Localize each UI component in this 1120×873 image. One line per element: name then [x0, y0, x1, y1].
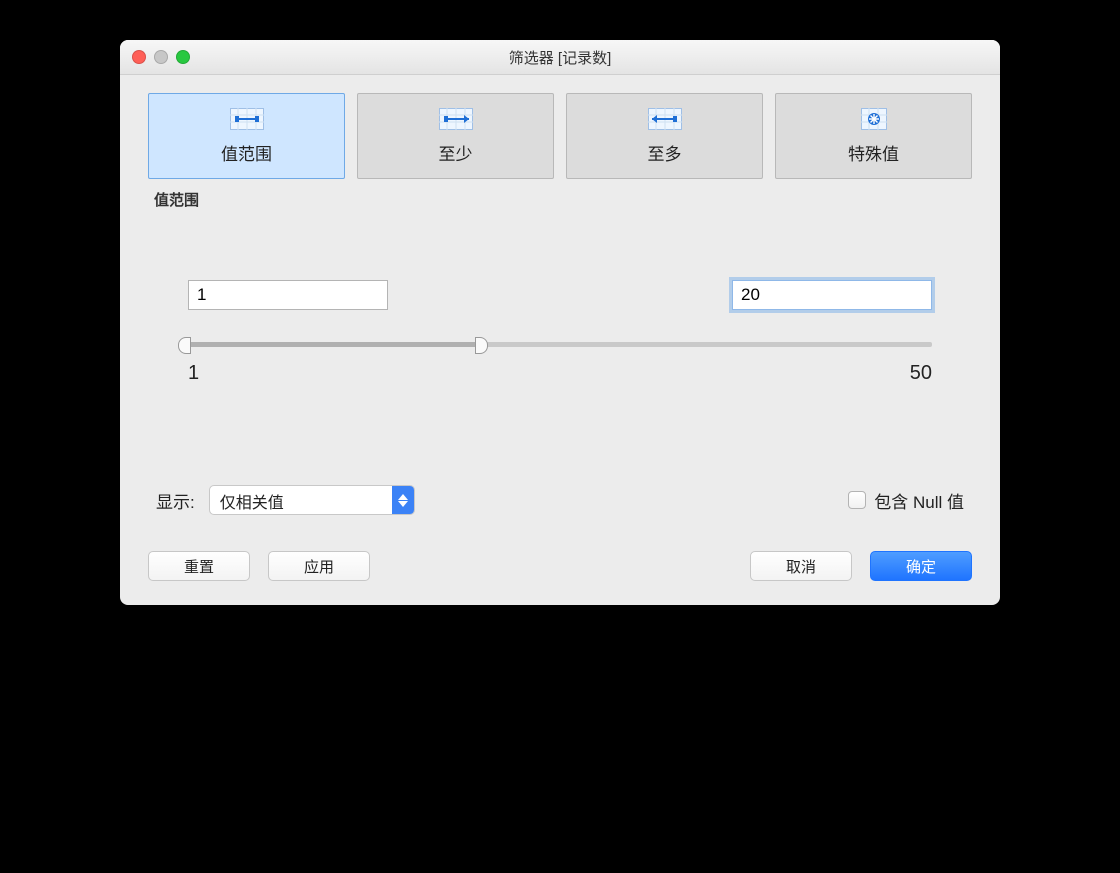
range-inputs [188, 280, 932, 310]
range-from-input[interactable] [188, 280, 388, 310]
tab-at-most[interactable]: 至多 [566, 93, 763, 179]
display-label: 显示: [156, 488, 195, 513]
window-title: 筛选器 [记录数] [120, 47, 1000, 68]
checkbox-icon [848, 491, 866, 509]
cancel-button[interactable]: 取消 [750, 551, 852, 581]
reset-button[interactable]: 重置 [148, 551, 250, 581]
tab-special-label: 特殊值 [848, 140, 899, 165]
at-least-icon [439, 108, 473, 130]
special-icon [861, 108, 887, 130]
include-null-label: 包含 Null 值 [874, 488, 964, 513]
tab-at-most-label: 至多 [648, 140, 682, 165]
tab-at-least[interactable]: 至少 [357, 93, 554, 179]
display-select[interactable]: 仅相关值 [209, 485, 415, 515]
range-icon [230, 108, 264, 130]
dialog-content: 值范围 至少 [120, 75, 1000, 605]
dialog-buttons: 重置 应用 取消 确定 [148, 551, 972, 581]
filter-dialog: 筛选器 [记录数] 值范围 [120, 40, 1000, 605]
at-most-icon [648, 108, 682, 130]
apply-button[interactable]: 应用 [268, 551, 370, 581]
zoom-window-button[interactable] [176, 50, 190, 64]
tab-range[interactable]: 值范围 [148, 93, 345, 179]
stepper-arrows-icon [392, 486, 414, 514]
include-null-checkbox[interactable]: 包含 Null 值 [848, 488, 964, 513]
section-subheading: 值范围 [154, 189, 972, 210]
titlebar: 筛选器 [记录数] [120, 40, 1000, 75]
tab-at-least-label: 至少 [439, 140, 473, 165]
minimize-window-button[interactable] [154, 50, 168, 64]
tab-special[interactable]: 特殊值 [775, 93, 972, 179]
options-row: 显示: 仅相关值 包含 Null 值 [148, 485, 972, 515]
tab-range-label: 值范围 [221, 140, 272, 165]
slider-max-label: 50 [910, 362, 932, 385]
slider-min-label: 1 [188, 362, 199, 385]
display-group: 显示: 仅相关值 [156, 485, 415, 515]
close-window-button[interactable] [132, 50, 146, 64]
slider-thumb-to[interactable] [475, 337, 488, 354]
window-controls [132, 50, 190, 64]
range-section: 1 50 [148, 280, 972, 385]
display-select-value: 仅相关值 [210, 486, 392, 514]
range-to-input[interactable] [732, 280, 932, 310]
slider-fill [188, 342, 477, 347]
slider-labels: 1 50 [188, 362, 932, 385]
filter-type-tabs: 值范围 至少 [148, 93, 972, 179]
range-slider[interactable] [188, 334, 932, 354]
ok-button[interactable]: 确定 [870, 551, 972, 581]
slider-thumb-from[interactable] [178, 337, 191, 354]
